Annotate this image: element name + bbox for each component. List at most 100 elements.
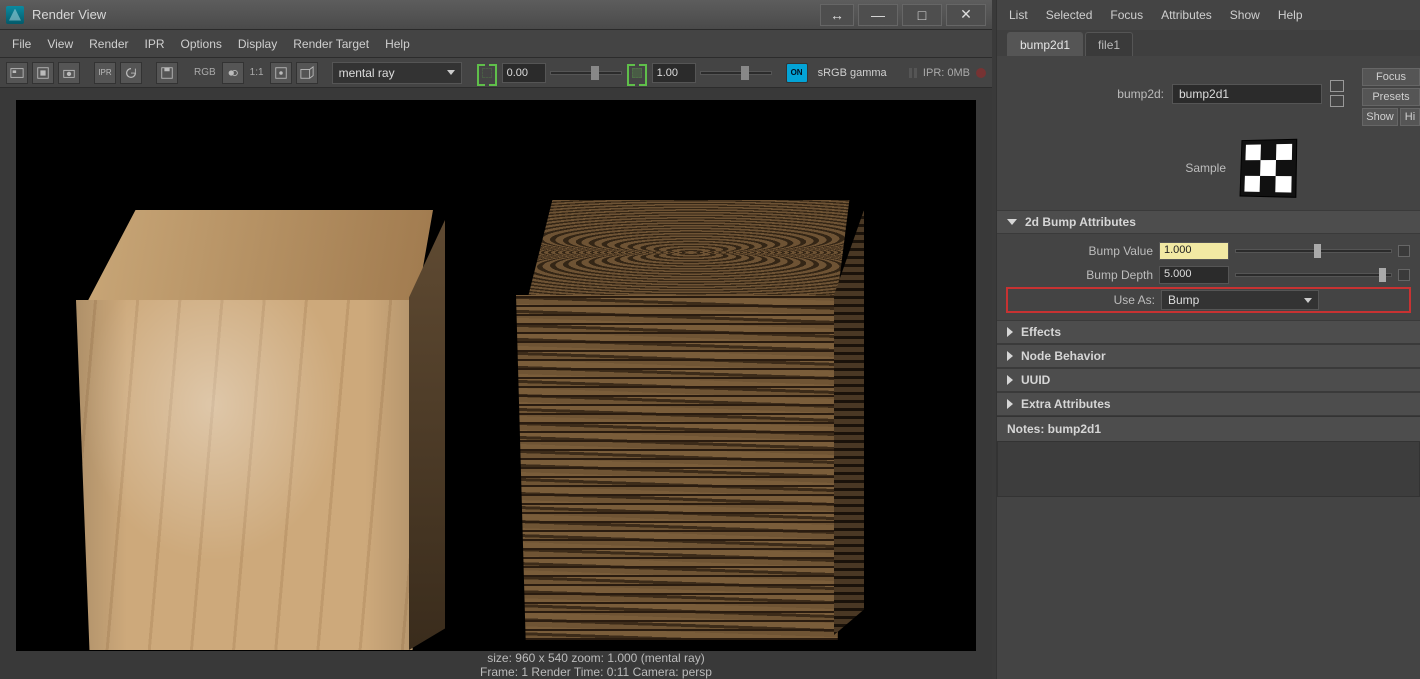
render-region-icon[interactable] [32,62,54,84]
gamma-label: sRGB gamma [812,67,887,79]
sample-swatch[interactable] [1240,140,1296,197]
node-name-field[interactable]: bump2d1 [1172,84,1322,104]
menu-display[interactable]: Display [238,37,277,51]
save-image-icon[interactable] [156,62,178,84]
chevron-down-icon [447,70,455,75]
disclosure-right-icon [1007,327,1013,337]
hide-button[interactable]: Hi [1400,108,1420,126]
chevron-down-icon [1304,298,1312,303]
ipr-record-icon[interactable] [976,68,986,78]
attr-menu-selected[interactable]: Selected [1046,8,1093,22]
attr-menu-show[interactable]: Show [1230,8,1260,22]
section-node-behavior-title: Node Behavior [1021,349,1106,363]
tab-file1[interactable]: file1 [1085,32,1133,56]
renderer-value: mental ray [339,66,395,80]
real-size-icon[interactable] [270,62,292,84]
render-toolbar: IPR RGB 1:1 mental ray 0.00 1.00 ON sRGB… [0,58,992,88]
bump-value-slider[interactable] [1235,249,1392,253]
keep-image-icon[interactable] [296,62,318,84]
sample-label: Sample [1185,161,1226,175]
section-uuid: UUID [997,368,1420,392]
section-extra-header[interactable]: Extra Attributes [997,393,1420,416]
bump-depth-field[interactable]: 5.000 [1159,266,1229,284]
disclosure-right-icon [1007,399,1013,409]
go-input-icon[interactable] [1330,80,1344,92]
bump-depth-slider[interactable] [1235,273,1392,277]
renderer-select[interactable]: mental ray [332,62,462,84]
rgb-label: RGB [192,67,218,78]
menu-help[interactable]: Help [385,37,410,51]
status-time: Render Time: 0:11 [531,665,629,679]
window-controls: ↔ — □ ✕ [820,4,986,26]
render-canvas-area [0,88,992,651]
menu-render[interactable]: Render [89,37,128,51]
exposure-low-icon[interactable] [476,62,498,84]
ipr-pause-icon[interactable] [909,68,917,78]
section-effects-title: Effects [1021,325,1061,339]
notes-textarea[interactable] [997,441,1420,497]
disclosure-right-icon [1007,375,1013,385]
attr-menu-help[interactable]: Help [1278,8,1303,22]
section-node-behavior-header[interactable]: Node Behavior [997,345,1420,368]
section-uuid-title: UUID [1021,373,1050,387]
ipr-status-block: IPR: 0MB [909,67,986,79]
ipr-status-text: IPR: 0MB [923,67,970,79]
tab-bump2d1[interactable]: bump2d1 [1007,32,1083,56]
section-2d-bump-header[interactable]: 2d Bump Attributes [997,211,1420,234]
disclosure-right-icon [1007,351,1013,361]
render-menubar: File View Render IPR Options Display Ren… [0,30,992,58]
section-extra: Extra Attributes [997,392,1420,416]
ipr-start-icon[interactable]: IPR [94,62,116,84]
minimize-button[interactable]: — [858,4,898,26]
exposure-low-field[interactable]: 0.00 [502,63,546,83]
gamma-toggle[interactable]: ON [786,63,808,83]
status-frame: Frame: 1 [480,665,528,679]
use-as-row: Use As: Bump [1007,288,1410,312]
bump-depth-map-icon[interactable] [1398,269,1410,281]
sample-row: Sample [997,126,1420,210]
presets-button[interactable]: Presets [1362,88,1420,106]
attr-menu-attributes[interactable]: Attributes [1161,8,1212,22]
header-buttons: Focus Presets Show Hi [1362,66,1420,126]
section-2d-bump: 2d Bump Attributes Bump Value 1.000 Bump… [997,210,1420,320]
use-as-value: Bump [1168,293,1199,307]
menu-view[interactable]: View [47,37,73,51]
status-renderer: (mental ray) [641,651,705,665]
menu-ipr[interactable]: IPR [145,37,165,51]
render-frame-icon[interactable] [6,62,28,84]
exposure-high-field[interactable]: 1.00 [652,63,696,83]
status-camera: Camera: persp [633,665,712,679]
attribute-editor: List Selected Focus Attributes Show Help… [996,0,1420,679]
window-title: Render View [32,7,106,22]
section-uuid-header[interactable]: UUID [997,369,1420,392]
pin-button[interactable]: ↔ [820,4,854,26]
attr-menu-focus[interactable]: Focus [1110,8,1143,22]
ipr-refresh-icon[interactable] [120,62,142,84]
menu-file[interactable]: File [12,37,31,51]
notes-header[interactable]: Notes: bump2d1 [997,416,1420,441]
close-button[interactable]: ✕ [946,4,986,26]
menu-options[interactable]: Options [181,37,222,51]
focus-button[interactable]: Focus [1362,68,1420,86]
use-as-dropdown[interactable]: Bump [1161,290,1319,310]
section-effects: Effects [997,320,1420,344]
section-effects-header[interactable]: Effects [997,321,1420,344]
show-button[interactable]: Show [1362,108,1398,126]
bump-value-map-icon[interactable] [1398,245,1410,257]
menu-render-target[interactable]: Render Target [293,37,369,51]
node-header: bump2d: bump2d1 Focus Presets Show Hi [997,56,1420,126]
section-2d-bump-title: 2d Bump Attributes [1025,215,1136,229]
render-view-window: Render View ↔ — □ ✕ File View Render IPR… [0,0,996,679]
snapshot-icon[interactable] [58,62,80,84]
bump-value-label: Bump Value [1007,244,1153,258]
exposure-high-slider[interactable] [700,71,772,75]
maximize-button[interactable]: □ [902,4,942,26]
go-output-icon[interactable] [1330,95,1344,107]
exposure-low-slider[interactable] [550,71,622,75]
bump-value-field[interactable]: 1.000 [1159,242,1229,260]
attr-menu-list[interactable]: List [1009,8,1028,22]
exposure-high-icon[interactable] [626,62,648,84]
node-type-label: bump2d: [1117,87,1164,101]
channel-toggle-icon[interactable] [222,62,244,84]
render-canvas[interactable] [16,100,976,651]
